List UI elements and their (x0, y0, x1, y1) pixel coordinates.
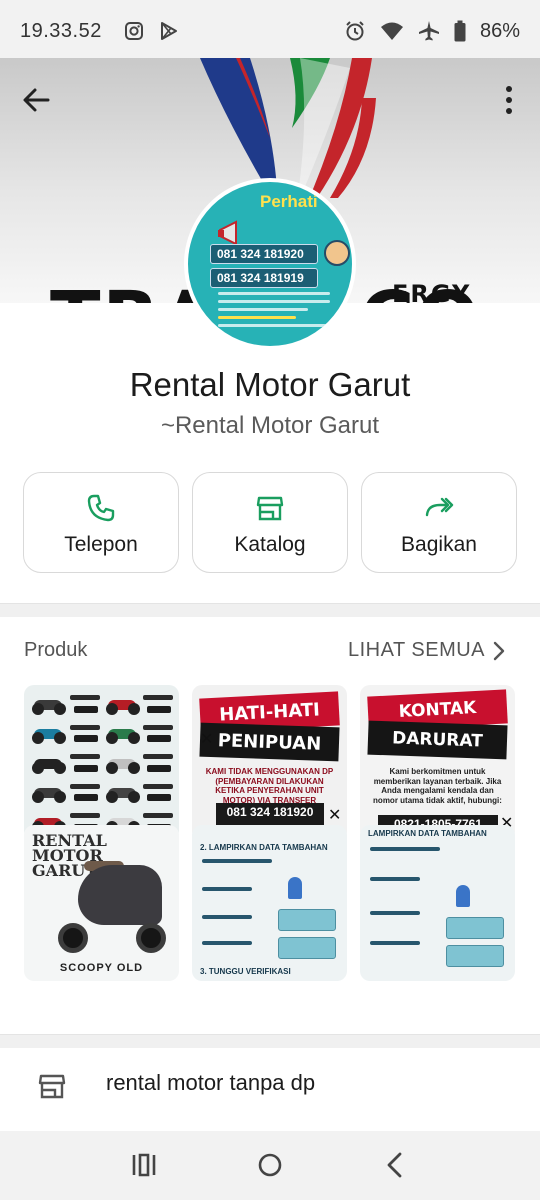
catalog-button[interactable]: Katalog (192, 472, 348, 573)
section-divider (0, 603, 540, 617)
catalog-button-label: Katalog (234, 533, 306, 556)
catalog-item-row[interactable]: rental motor tanpa dp (0, 1048, 540, 1130)
documents-title: 2. LAMPIRKAN DATA TAMBAHAN (200, 843, 328, 852)
storefront-icon (256, 496, 284, 521)
id-card-icon (278, 937, 336, 959)
scooter-wheel (136, 923, 166, 953)
rental-logo: RENTAL MOTOR GARUT (32, 831, 107, 880)
scooter-body (78, 865, 162, 925)
emergency-banner-bottom: DARURAT (367, 720, 508, 760)
person-icon (456, 885, 470, 907)
storefront-icon (38, 1074, 66, 1099)
fraud-phone-1: 081 324 181920 (216, 803, 324, 821)
forward-icon (425, 497, 454, 517)
back-icon[interactable] (380, 1149, 412, 1181)
documents-title: LAMPIRKAN DATA TAMBAHAN (368, 829, 487, 838)
catalog-item-label: rental motor tanpa dp (106, 1070, 316, 1095)
alarm-icon (346, 21, 364, 41)
call-button[interactable]: Telepon (23, 472, 179, 573)
more-vert-icon[interactable] (496, 82, 522, 118)
product-tile-scooter[interactable]: RENTAL MOTOR GARUT SCOOPY OLD (24, 825, 179, 981)
phone-icon (87, 494, 115, 522)
avatar-body-text (218, 292, 330, 332)
person-icon (288, 877, 302, 899)
avatar-phone-1: 081 324 181920 (210, 244, 318, 264)
fraud-banner-bottom: PENIPUAN (199, 722, 340, 762)
battery-percentage: 86% (479, 19, 520, 42)
avatar-phone-2: 081 324 181919 (210, 268, 318, 288)
share-button[interactable]: Bagikan (361, 472, 517, 573)
profile-subtitle: ~Rental Motor Garut (160, 412, 380, 439)
scooter-label: SCOOPY OLD (59, 962, 144, 974)
recent-apps-icon[interactable] (128, 1149, 160, 1181)
product-tile-documents-a[interactable]: 2. LAMPIRKAN DATA TAMBAHAN 3. TUNGGU VER… (192, 825, 347, 981)
battery-icon (454, 20, 466, 42)
see-all-link[interactable]: LIHAT SEMUA (348, 639, 485, 662)
fraud-notice: KAMI TIDAK MENGGUNAKAN DP (PEMBAYARAN DI… (205, 767, 334, 805)
arrow-left-icon[interactable] (18, 82, 54, 118)
airplane-icon (418, 21, 439, 41)
section-divider (0, 1034, 540, 1048)
scooter-wheel (58, 923, 88, 953)
instagram-icon (124, 22, 143, 40)
cover-brand-subtext: ERGY (392, 280, 472, 303)
home-icon[interactable] (254, 1149, 286, 1181)
status-time: 19.33.52 (20, 19, 102, 42)
wifi-icon (380, 22, 403, 40)
id-card-icon (446, 945, 504, 967)
profile-name: Rental Motor Garut (129, 366, 411, 403)
status-bar: 19.33.52 86% (0, 0, 540, 62)
product-tile-emergency-contact[interactable]: KONTAK DARURAT Kami berkomitmen untuk me… (360, 685, 515, 841)
emergency-notice: Kami berkomitmen untuk memberikan layana… (373, 767, 502, 805)
share-button-label: Bagikan (401, 533, 477, 556)
product-tile-documents-b[interactable]: LAMPIRKAN DATA TAMBAHAN (360, 825, 515, 981)
cross-mark-icon: ✕ (200, 731, 214, 748)
id-card-icon (446, 917, 504, 939)
system-nav-bar (0, 1131, 540, 1200)
products-heading: Produk (24, 639, 88, 661)
profile-avatar[interactable]: Perhati 081 324 181920 081 324 181919 (184, 178, 356, 350)
product-tile-fraud-warning[interactable]: HATI-HATI PENIPUAN KAMI TIDAK MENGGUNAKA… (192, 685, 347, 841)
avatar-title: Perhati (260, 192, 318, 211)
call-button-label: Telepon (64, 533, 138, 556)
documents-footer: 3. TUNGGU VERIFIKASI (200, 967, 291, 976)
id-card-icon (278, 909, 336, 931)
play-store-icon (160, 22, 177, 40)
agent-avatar-icon (324, 240, 350, 266)
product-tile-price-list[interactable] (24, 685, 179, 841)
chevron-right-icon[interactable] (490, 640, 508, 662)
cross-mark-icon: ✕ (328, 807, 342, 824)
